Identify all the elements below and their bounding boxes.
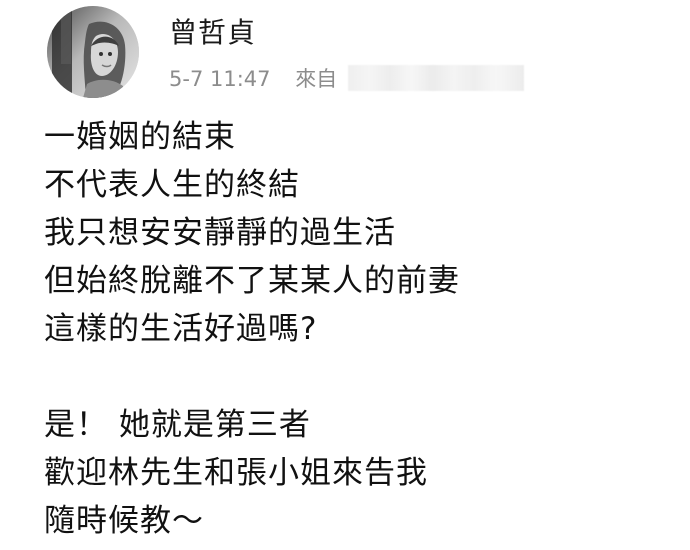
post-line: 不代表人生的終結 [44,167,300,203]
post-line: 是！ 她就是第三者 [44,407,311,443]
post-meta: 5-7 11:47 來自 [169,65,524,93]
post-line: 這樣的生活好過嗎? [44,311,318,347]
post-content: 一婚姻的結束 不代表人生的終結 我只想安安靜靜的過生活 但始終脫離不了某某人的前… [44,113,664,545]
post-line: 但始終脫離不了某某人的前妻 [44,263,460,299]
post-line: 一婚姻的結束 [44,119,236,155]
source-label: 來自 [295,67,338,91]
post-time: 5-7 11:47 [169,67,271,91]
post-line: 歡迎林先生和張小姐來告我 [44,455,428,491]
post-line: 隨時候教～ [44,503,204,539]
post-card: 曾哲貞 5-7 11:47 來自 一婚姻的結束 不代表人生的終結 我只想安安靜靜… [0,0,690,550]
post-header: 曾哲貞 5-7 11:47 來自 [47,6,647,98]
profile-photo-icon [47,6,139,98]
post-line: 我只想安安靜靜的過生活 [44,215,396,251]
author-name[interactable]: 曾哲貞 [169,16,256,50]
avatar[interactable] [47,6,139,98]
blurred-source [347,65,524,91]
